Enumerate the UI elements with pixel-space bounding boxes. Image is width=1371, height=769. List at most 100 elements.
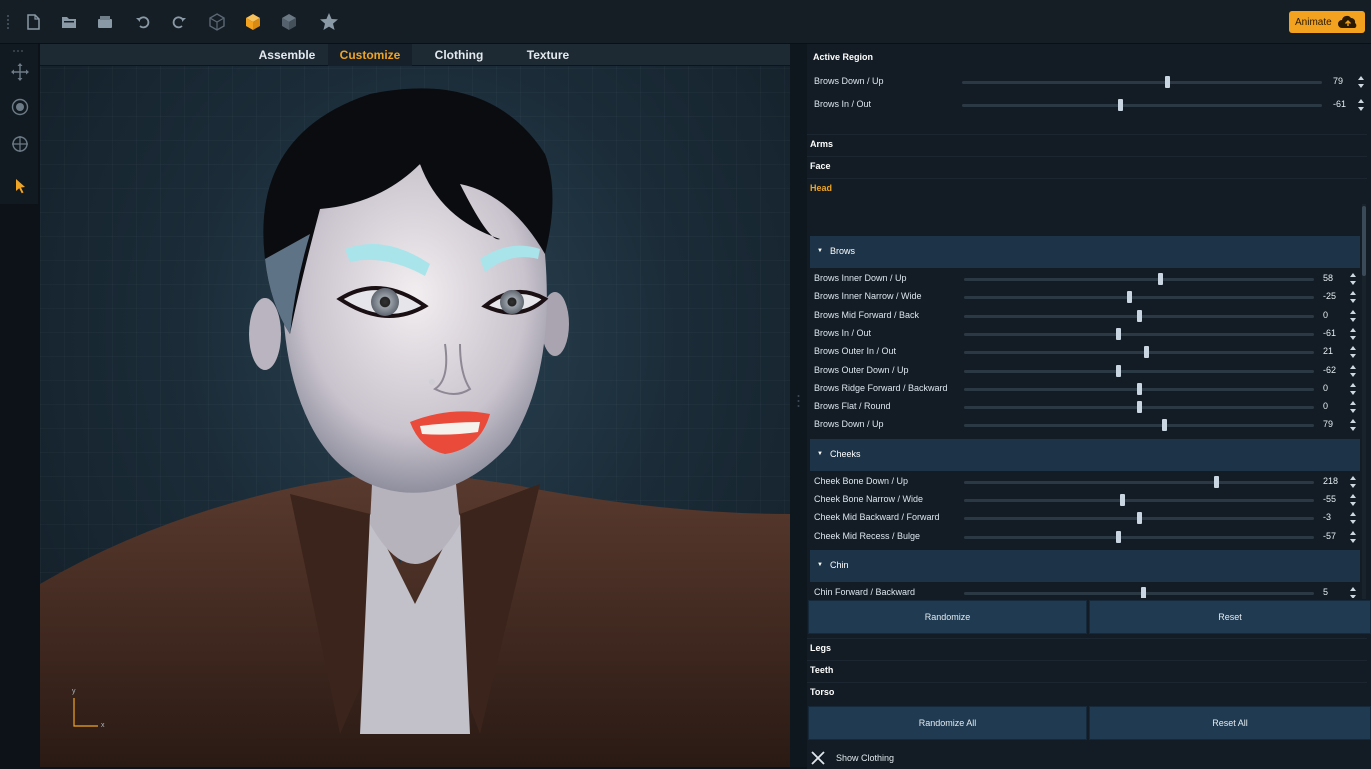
slider-track[interactable] <box>964 296 1314 300</box>
slider-track[interactable] <box>962 81 1322 84</box>
slider-label: Brows Outer In / Out <box>814 346 897 357</box>
value-stepper-icon[interactable] <box>1349 400 1357 414</box>
expand-triangle-icon: ▼ <box>817 561 823 568</box>
cube-active-icon[interactable] <box>240 10 266 34</box>
slider-thumb[interactable] <box>1158 273 1163 285</box>
undo-icon[interactable] <box>130 10 156 34</box>
tab-customize[interactable]: Customize <box>328 44 412 66</box>
morph-panel: Active Region Brows Down / Up 79 Brows In … <box>807 44 1371 769</box>
slider-thumb[interactable] <box>1161 419 1167 432</box>
value-stepper-icon[interactable] <box>1349 272 1357 286</box>
slider-track[interactable] <box>964 591 1314 595</box>
value-stepper-icon[interactable] <box>1349 530 1357 544</box>
slider-thumb[interactable] <box>1137 512 1142 525</box>
value-stepper-icon[interactable] <box>1357 98 1365 112</box>
open-folder-icon[interactable] <box>56 10 82 34</box>
slider-thumb[interactable] <box>1137 309 1142 322</box>
value-stepper-icon[interactable] <box>1349 345 1357 359</box>
slider-thumb[interactable] <box>1118 99 1124 111</box>
slider-thumb[interactable] <box>1116 327 1121 340</box>
slider-track[interactable] <box>964 499 1314 502</box>
slider-thumb[interactable] <box>1165 76 1171 88</box>
value-stepper-icon[interactable] <box>1349 586 1357 598</box>
category-face[interactable]: Face <box>807 156 1367 176</box>
cube-outline-icon[interactable] <box>204 10 230 34</box>
value-stepper-icon[interactable] <box>1349 511 1357 525</box>
group-header-brows[interactable]: ▼ Brows <box>810 236 1360 268</box>
category-torso[interactable]: Torso <box>807 682 1367 702</box>
slider-thumb[interactable] <box>1126 291 1132 304</box>
value-stepper-icon[interactable] <box>1349 327 1357 341</box>
slider-track[interactable] <box>964 351 1314 355</box>
panel-splitter[interactable] <box>790 44 807 767</box>
redo-icon[interactable] <box>166 10 192 34</box>
scrollbar-thumb[interactable] <box>1362 206 1366 276</box>
reset-all-button[interactable]: Reset All <box>1089 706 1371 740</box>
tab-texture[interactable]: Texture <box>506 44 590 66</box>
slider-row: Cheek Mid Backward / Forward -3 <box>807 509 1367 527</box>
reset-button[interactable]: Reset <box>1089 600 1371 634</box>
randomize-button[interactable]: Randomize <box>808 600 1087 634</box>
3d-viewport[interactable]: Assemble Customize Clothing Texture y x <box>40 44 790 767</box>
expand-triangle-icon: ▼ <box>817 248 823 254</box>
cloud-upload-icon <box>1338 15 1357 28</box>
toolbar-grip <box>7 15 9 29</box>
category-teeth[interactable]: Teeth <box>807 660 1367 680</box>
slider-track[interactable] <box>964 480 1314 484</box>
slider-track[interactable] <box>964 278 1314 281</box>
slider-label: Brows Flat / Round <box>814 401 891 412</box>
slider-thumb[interactable] <box>1137 401 1142 414</box>
morph-scroll-area[interactable]: ▼ Brows Brows Inner Down / Up 58 Brows Inner… <box>807 236 1367 598</box>
orbit-icon[interactable] <box>10 97 30 117</box>
save-icon[interactable] <box>92 10 118 34</box>
tab-assemble[interactable]: Assemble <box>248 44 326 66</box>
group-title: Cheeks <box>830 448 861 459</box>
value-stepper-icon[interactable] <box>1357 75 1365 89</box>
cube-shaded-icon[interactable] <box>276 10 302 34</box>
slider-thumb[interactable] <box>1119 494 1125 506</box>
value-stepper-icon[interactable] <box>1349 290 1357 304</box>
slider-label: Brows Outer Down / Up <box>814 364 909 375</box>
slider-track[interactable] <box>964 369 1314 373</box>
animate-button[interactable]: Animate <box>1289 11 1365 33</box>
slider-track[interactable] <box>964 332 1314 336</box>
slider-thumb[interactable] <box>1144 346 1149 359</box>
show-clothing-toggle[interactable]: Show Clothing <box>810 748 1010 768</box>
slider-track[interactable] <box>964 535 1314 539</box>
slider-label: Brows Inner Down / Up <box>814 273 907 283</box>
slider-thumb[interactable] <box>1116 530 1121 543</box>
tab-clothing[interactable]: Clothing <box>416 44 502 66</box>
value-stepper-icon[interactable] <box>1349 309 1357 323</box>
value-stepper-icon[interactable] <box>1349 475 1357 489</box>
slider-track[interactable] <box>964 424 1314 428</box>
slider-label: Cheek Mid Recess / Bulge <box>814 530 921 541</box>
group-header-cheeks[interactable]: ▼ Cheeks <box>810 438 1360 471</box>
star-icon[interactable] <box>316 10 342 34</box>
value-stepper-icon[interactable] <box>1349 418 1357 432</box>
slider-row: Chin Forward / Backward 5 <box>807 584 1367 598</box>
category-legs[interactable]: Legs <box>807 638 1367 658</box>
target-icon[interactable] <box>10 134 30 154</box>
slider-thumb[interactable] <box>1214 475 1219 488</box>
pointer-icon[interactable] <box>10 176 30 196</box>
show-clothing-label: Show Clothing <box>836 753 895 763</box>
new-document-icon[interactable] <box>20 10 46 34</box>
slider-label: Chin Forward / Backward <box>814 586 916 597</box>
category-arms[interactable]: Arms <box>807 134 1367 154</box>
value-stepper-icon[interactable] <box>1349 364 1357 378</box>
category-head[interactable]: Head <box>807 178 1367 198</box>
group-header-chin[interactable]: ▼ Chin <box>810 549 1360 582</box>
category-label: Face <box>810 161 831 171</box>
value-stepper-icon[interactable] <box>1349 382 1357 396</box>
slider-thumb[interactable] <box>1137 382 1142 395</box>
checkbox-x-icon[interactable] <box>810 750 826 766</box>
animate-label: Animate <box>1295 16 1332 28</box>
slider-track[interactable] <box>962 104 1322 107</box>
axis-y-label: y <box>72 688 76 695</box>
move-icon[interactable] <box>10 62 30 82</box>
slider-label: Cheek Mid Backward / Forward <box>814 512 940 523</box>
randomize-all-button[interactable]: Randomize All <box>808 706 1087 740</box>
slider-thumb[interactable] <box>1140 586 1146 598</box>
value-stepper-icon[interactable] <box>1349 493 1357 507</box>
slider-thumb[interactable] <box>1116 364 1121 377</box>
